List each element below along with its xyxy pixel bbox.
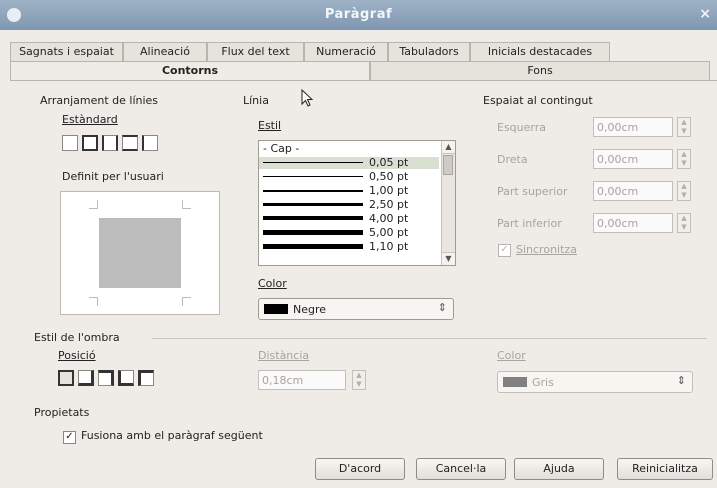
line-heading: Línia [243, 94, 269, 107]
corner-mark [89, 297, 98, 306]
merge-label: Fusiona amb el paràgraf següent [81, 429, 263, 442]
line-style-list[interactable]: - Cap - 0,05 pt 0,50 pt 1,00 pt 2,50 pt … [258, 140, 456, 266]
shadow-heading: Estil de l'ombra [34, 331, 120, 344]
shadow-bottom-left-icon[interactable] [118, 370, 134, 386]
list-item[interactable]: - Cap - [259, 142, 439, 155]
tab-tabs[interactable]: Tabuladors [388, 42, 470, 61]
paragraph-dialog: Paràgraf × Sagnats i espaiat Alineació F… [0, 0, 717, 488]
list-item[interactable]: 1,00 pt [259, 184, 439, 197]
scroll-down-icon[interactable]: ▼ [442, 252, 455, 265]
mouse-pointer-icon [301, 89, 314, 107]
tab-borders[interactable]: Contorns [10, 61, 370, 80]
shadow-color-label: Color [497, 349, 526, 362]
shadow-bottom-right-icon[interactable] [78, 370, 94, 386]
shadow-position-label: Posició [58, 349, 96, 362]
sync-checkbox[interactable]: ✓ [498, 244, 511, 257]
title-bar: Paràgraf × [0, 0, 717, 30]
color-label: Color [258, 277, 287, 290]
chevron-updown-icon: ⇕ [437, 301, 447, 314]
window-title: Paràgraf [324, 7, 393, 22]
list-item[interactable]: 0,50 pt [259, 170, 439, 183]
spacing-left-label: Esquerra [497, 121, 546, 134]
tab-text-flow[interactable]: Flux del text [207, 42, 304, 61]
tab-indents-spacing[interactable]: Sagnats i espaiat [10, 42, 123, 61]
corner-mark [182, 297, 191, 306]
shadow-top-right-icon[interactable] [98, 370, 114, 386]
list-item[interactable]: 2,50 pt [259, 198, 439, 211]
spacing-left-spinner[interactable]: ▲ ▼ [677, 117, 691, 137]
list-item[interactable]: 0,05 pt [259, 156, 439, 169]
style-label: Estil [258, 119, 282, 132]
color-swatch [264, 304, 288, 314]
reset-button[interactable]: Reinicialitza [617, 458, 713, 480]
tab-drop-caps[interactable]: Inicials destacades [470, 42, 610, 61]
border-none-icon[interactable] [62, 135, 78, 151]
preview-content [99, 218, 181, 288]
shadow-color-select[interactable]: Gris ⇕ [497, 371, 693, 393]
user-defined-label: Definit per l'usuari [62, 170, 164, 183]
tab-numbering[interactable]: Numeració [304, 42, 388, 61]
scrollbar-thumb[interactable] [443, 155, 453, 175]
scroll-up-icon[interactable]: ▲ [442, 141, 455, 154]
list-item[interactable]: 5,00 pt [259, 226, 439, 239]
border-preview[interactable] [60, 191, 220, 315]
shadow-none-icon[interactable] [58, 370, 74, 386]
corner-mark [89, 200, 98, 209]
spacing-right-spinner[interactable]: ▲ ▼ [677, 149, 691, 169]
border-left-icon[interactable] [142, 135, 158, 151]
tab-alignment[interactable]: Alineació [123, 42, 207, 61]
shadow-top-left-icon[interactable] [138, 370, 154, 386]
shadow-distance-label: Distància [258, 349, 310, 362]
tab-row-1: Sagnats i espaiat Alineació Flux del tex… [10, 42, 717, 61]
spacing-right-field[interactable]: 0,00cm [593, 149, 673, 169]
spacing-bottom-label: Part inferior [497, 217, 562, 230]
close-icon[interactable]: × [699, 6, 711, 22]
tab-row-2: Contorns Fons [10, 61, 717, 80]
spacing-top-label: Part superior [497, 185, 568, 198]
line-color-value: Negre [293, 303, 327, 316]
spacing-bottom-field[interactable]: 0,00cm [593, 213, 673, 233]
spacing-top-field[interactable]: 0,00cm [593, 181, 673, 201]
border-top-bottom-icon[interactable] [122, 135, 138, 151]
list-item[interactable]: 1,10 pt [259, 240, 439, 253]
cancel-button[interactable]: Cancel·la [416, 458, 506, 480]
spacing-right-label: Dreta [497, 153, 528, 166]
sync-label: Sincronitza [516, 243, 577, 256]
spacing-bottom-spinner[interactable]: ▲ ▼ [677, 213, 691, 233]
list-item[interactable]: 4,00 pt [259, 212, 439, 225]
help-button[interactable]: Ajuda [514, 458, 604, 480]
corner-mark [182, 200, 191, 209]
ok-button[interactable]: D'acord [315, 458, 405, 480]
spacing-heading: Espaiat al contingut [483, 94, 593, 107]
merge-checkbox[interactable]: ✓ [63, 431, 76, 444]
separator [152, 338, 707, 339]
line-color-select[interactable]: Negre ⇕ [258, 298, 454, 320]
shadow-color-value: Gris [532, 376, 554, 389]
properties-heading: Propietats [34, 406, 90, 419]
border-box-icon[interactable] [82, 135, 98, 151]
spacing-left-field[interactable]: 0,00cm [593, 117, 673, 137]
tab-background[interactable]: Fons [370, 61, 710, 80]
shadow-distance-field[interactable]: 0,18cm [258, 370, 346, 390]
default-label: Estàndard [62, 113, 118, 126]
shadow-distance-spinner[interactable]: ▲ ▼ [352, 370, 366, 390]
spacing-top-spinner[interactable]: ▲ ▼ [677, 181, 691, 201]
chevron-updown-icon: ⇕ [676, 374, 686, 387]
border-left-right-icon[interactable] [102, 135, 118, 151]
line-arrangement-heading: Arranjament de línies [40, 94, 159, 107]
list-scrollbar[interactable]: ▲ ▼ [441, 141, 455, 265]
color-swatch [503, 377, 527, 387]
